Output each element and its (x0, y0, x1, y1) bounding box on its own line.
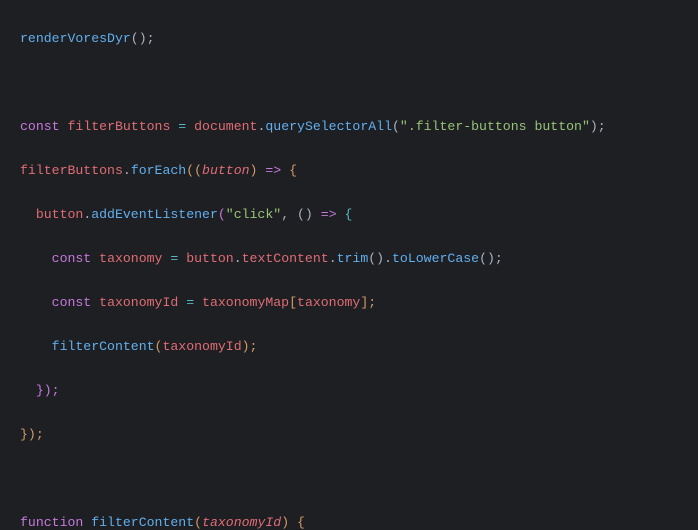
code-line (20, 72, 698, 94)
fn-call: renderVoresDyr (20, 31, 131, 46)
code-line (20, 468, 698, 490)
code-line: renderVoresDyr(); (20, 28, 698, 50)
code-line: const taxonomy = button.textContent.trim… (20, 248, 698, 270)
code-line: const filterButtons = document.querySele… (20, 116, 698, 138)
code-line: }); (20, 424, 698, 446)
code-line: function filterContent(taxonomyId) { (20, 512, 698, 530)
code-editor[interactable]: renderVoresDyr(); const filterButtons = … (0, 0, 698, 530)
code-line: const taxonomyId = taxonomyMap[taxonomy]… (20, 292, 698, 314)
keyword-const: const (20, 119, 60, 134)
code-line: }); (20, 380, 698, 402)
code-line: button.addEventListener("click", () => { (20, 204, 698, 226)
code-line: filterButtons.forEach((button) => { (20, 160, 698, 182)
code-line: filterContent(taxonomyId); (20, 336, 698, 358)
